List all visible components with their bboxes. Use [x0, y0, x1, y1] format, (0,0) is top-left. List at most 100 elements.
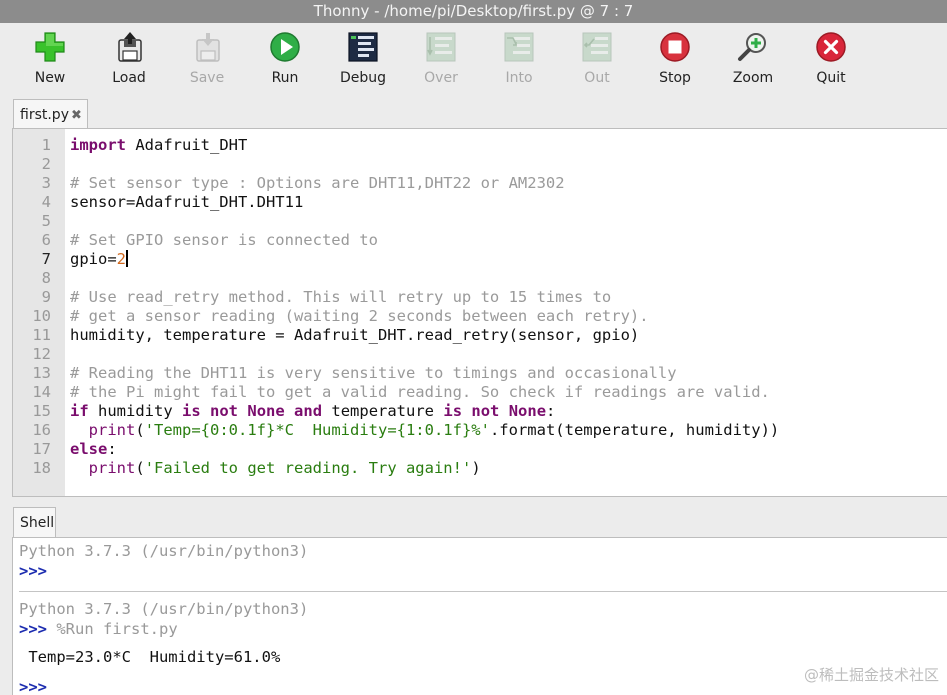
code-line: else:: [70, 440, 947, 459]
code-comment: # the Pi might fail to get a valid readi…: [70, 383, 770, 401]
window-title-bar: Thonny - /home/pi/Desktop/first.py @ 7 :…: [0, 0, 947, 23]
line-number: 6: [41, 231, 51, 249]
step-into-icon: [504, 32, 534, 62]
step-out-icon: [582, 32, 612, 62]
quit-button[interactable]: Quit: [796, 29, 866, 91]
string-literal: 'Temp={0:0.1f}*C Humidity={1:0.1f}%': [144, 421, 490, 439]
line-number: 16: [32, 421, 51, 439]
step-over-icon: [426, 32, 456, 62]
step-into-label: Into: [505, 70, 533, 86]
code-comment: # Set sensor type : Options are DHT11,DH…: [70, 174, 565, 192]
shell-prompt: >>>: [19, 620, 47, 638]
quit-x-icon: [816, 32, 846, 62]
floppy-load-icon: [118, 32, 142, 62]
code-comment: # get a sensor reading (waiting 2 second…: [70, 307, 649, 325]
code-text: :: [546, 402, 556, 420]
code-line: humidity, temperature = Adafruit_DHT.rea…: [70, 326, 640, 344]
keyword: None: [508, 402, 547, 420]
debug-button[interactable]: Debug: [328, 29, 398, 91]
shell-output: Temp=23.0*C Humidity=61.0%: [19, 648, 281, 666]
toolbar: New Load Save Run Debug Over Into Out St…: [0, 23, 947, 93]
step-out-button[interactable]: Out: [562, 29, 632, 91]
shell-command-line: >>> %Run first.py: [19, 620, 178, 639]
code-line: print('Temp={0:0.1f}*C Humidity={1:0.1f}…: [70, 421, 947, 440]
window-title: Thonny - /home/pi/Desktop/first.py @ 7 :…: [313, 2, 634, 20]
code-line-current: gpio=2: [70, 250, 947, 269]
keyword: not: [210, 402, 239, 420]
close-icon[interactable]: ✖: [71, 108, 82, 123]
code-line: import Adafruit_DHT: [70, 136, 947, 155]
keyword: None: [247, 402, 285, 420]
run-label: Run: [271, 70, 299, 86]
line-number: 9: [41, 288, 51, 306]
keyword: is: [443, 402, 463, 420]
tab-first-py[interactable]: first.py ✖: [13, 99, 88, 129]
code-editor[interactable]: 1 2 3 4 5 6 7 8 9 10 11 12 13 14 15 16 1…: [12, 128, 947, 497]
code-text: ): [471, 459, 481, 477]
floppy-save-icon: [196, 33, 220, 62]
line-number: 11: [32, 326, 51, 344]
code-text: :: [107, 440, 117, 458]
current-line-number: 7: [41, 250, 51, 268]
number-literal: 2: [116, 250, 127, 268]
load-button[interactable]: Load: [94, 29, 164, 91]
stop-icon: [660, 32, 690, 62]
builtin: print: [88, 421, 136, 439]
builtin: print: [88, 459, 136, 477]
line-number: 12: [32, 345, 51, 363]
plus-icon: [35, 32, 65, 62]
line-number: 15: [32, 402, 51, 420]
shell-tab-bar: Shell: [0, 505, 947, 538]
code-line: sensor=Adafruit_DHT.DHT11: [70, 193, 304, 211]
step-over-label: Over: [424, 70, 458, 86]
step-out-label: Out: [584, 70, 610, 86]
string-literal: 'Failed to get reading. Try again!': [144, 459, 472, 477]
shell-prompt: >>>: [19, 562, 47, 580]
code-text: Adafruit_DHT: [126, 136, 248, 154]
save-button[interactable]: Save: [172, 29, 242, 91]
shell-prompt[interactable]: >>>: [19, 678, 47, 695]
line-number: 3: [41, 174, 51, 192]
line-number: 4: [41, 193, 51, 211]
line-number: 8: [41, 269, 51, 287]
debug-icon: [348, 32, 378, 62]
line-number: 2: [41, 155, 51, 173]
shell-banner: Python 3.7.3 (/usr/bin/python3): [19, 542, 309, 560]
code-text: (: [135, 459, 145, 477]
code-text: .format(temperature, humidity)): [489, 421, 780, 439]
new-button[interactable]: New: [15, 29, 85, 91]
tab-label: first.py: [20, 107, 69, 123]
line-number: 13: [32, 364, 51, 382]
save-label: Save: [189, 70, 225, 86]
zoom-button[interactable]: Zoom: [718, 29, 788, 91]
stop-button[interactable]: Stop: [640, 29, 710, 91]
tab-shell[interactable]: Shell: [13, 507, 56, 538]
run-button[interactable]: Run: [250, 29, 320, 91]
keyword: and: [294, 402, 323, 420]
text-caret: [126, 250, 129, 267]
tab-label: Shell: [20, 515, 55, 531]
code-text: humidity: [88, 402, 182, 420]
line-number: 14: [32, 383, 51, 401]
code-comment: # Use read_retry method. This will retry…: [70, 288, 612, 306]
editor-tab-bar: first.py ✖: [0, 93, 947, 129]
quit-label: Quit: [816, 70, 846, 86]
step-over-button[interactable]: Over: [406, 29, 476, 91]
shell-command: %Run first.py: [47, 620, 178, 638]
code-comment: # Reading the DHT11 is very sensitive to…: [70, 364, 677, 382]
keyword: if: [70, 402, 89, 420]
line-number: 17: [32, 440, 51, 458]
run-play-icon: [270, 32, 300, 62]
keyword: not: [471, 402, 500, 420]
keyword: is: [182, 402, 201, 420]
step-into-button[interactable]: Into: [484, 29, 554, 91]
load-label: Load: [112, 70, 146, 86]
code-line: print('Failed to get reading. Try again!…: [70, 459, 947, 478]
stop-label: Stop: [659, 70, 691, 86]
line-number: 18: [32, 459, 51, 477]
zoom-label: Zoom: [732, 70, 774, 86]
line-number: 10: [32, 307, 51, 325]
shell-console[interactable]: Python 3.7.3 (/usr/bin/python3) >>> Pyth…: [12, 537, 947, 695]
